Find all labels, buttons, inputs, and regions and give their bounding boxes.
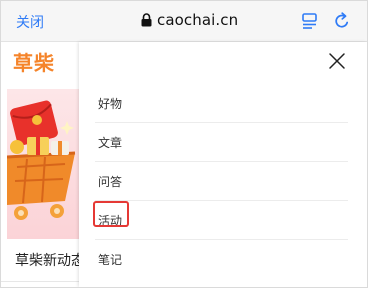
lock-icon [141, 13, 152, 27]
menu-list: 好物 文章 问答 活动 笔记 [95, 84, 348, 278]
menu-item-label: 好物 [98, 97, 123, 111]
menu-item-wenda[interactable]: 问答 [95, 162, 348, 201]
menu-item-haowu[interactable]: 好物 [95, 84, 348, 123]
browser-toolbar: 关闭 caochai.cn [1, 1, 367, 42]
close-button[interactable]: 关闭 [16, 12, 44, 32]
nav-menu-panel: 好物 文章 问答 活动 笔记 [79, 42, 367, 287]
menu-item-label: 笔记 [98, 253, 123, 267]
promo-title[interactable]: 草柴新动态 [15, 250, 85, 270]
url-text: caochai.cn [157, 11, 239, 29]
reload-icon[interactable] [333, 11, 351, 31]
reader-mode-icon[interactable] [301, 11, 319, 31]
menu-item-wenzhang[interactable]: 文章 [95, 123, 348, 162]
address-bar[interactable]: caochai.cn [141, 10, 238, 30]
menu-item-label: 文章 [98, 136, 123, 150]
menu-item-biji[interactable]: 笔记 [95, 240, 348, 278]
menu-item-huodong[interactable]: 活动 [95, 201, 348, 240]
menu-item-label: 问答 [98, 175, 123, 189]
promo-card[interactable]: 草柴新动态 [1, 79, 85, 284]
browser-window: 关闭 caochai.cn 草柴 草柴新动态 好物 文章 问答 活动 笔记 [0, 0, 368, 288]
close-icon[interactable] [328, 52, 346, 70]
page-content: 草柴 草柴新动态 好物 文章 问答 活动 笔记 [1, 42, 367, 287]
divider [1, 281, 79, 282]
site-logo[interactable]: 草柴 [13, 47, 55, 76]
promo-image[interactable] [7, 89, 79, 239]
menu-item-label: 活动 [98, 214, 123, 228]
